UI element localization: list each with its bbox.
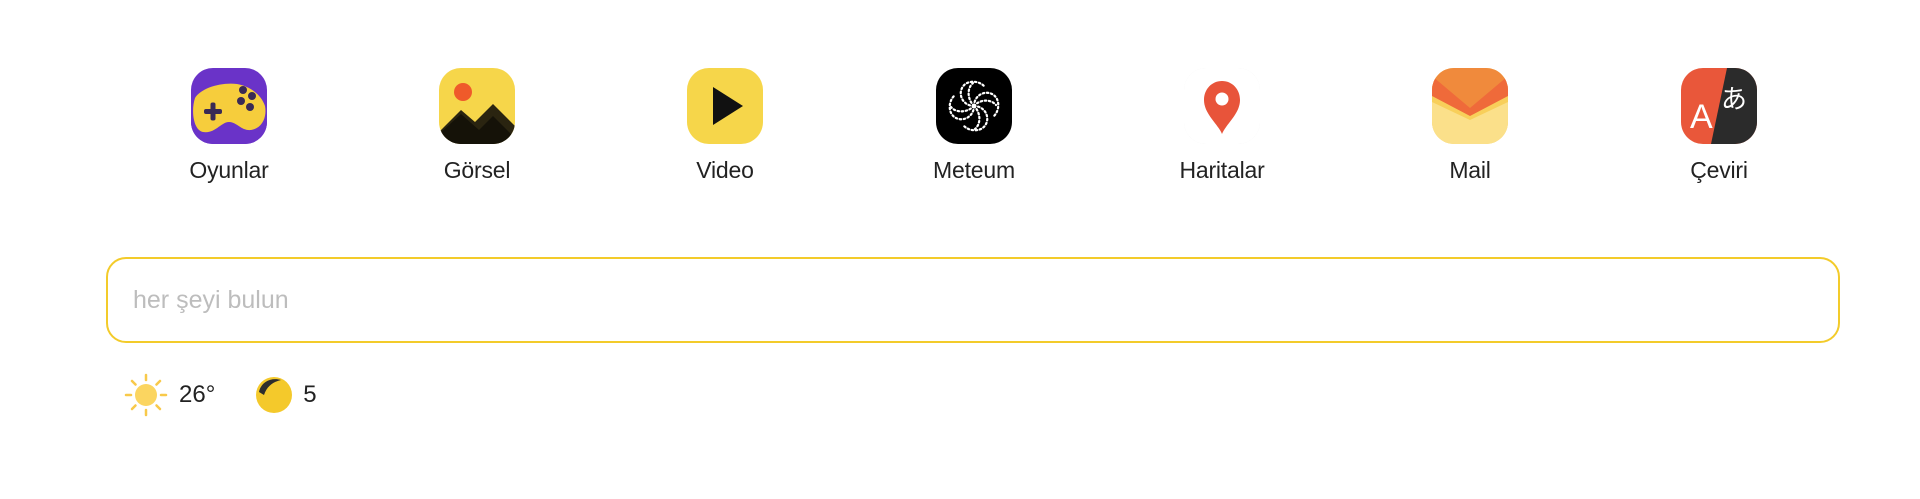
service-meteum[interactable]: Meteum — [894, 68, 1054, 184]
services-bar: Oyunlar Görsel Video Meteum Haritalar Ma… — [0, 68, 1920, 198]
service-video[interactable]: Video — [645, 68, 805, 184]
service-label: Mail — [1449, 157, 1491, 183]
info-widgets: 26° 5 — [124, 373, 317, 417]
service-label: Çeviri — [1690, 157, 1748, 183]
map-pin-icon — [1184, 68, 1260, 144]
video-play-icon — [687, 68, 763, 144]
service-label: Video — [696, 157, 754, 183]
service-label: Meteum — [933, 157, 1015, 183]
service-maps[interactable]: Haritalar — [1142, 68, 1302, 184]
images-icon — [439, 68, 515, 144]
service-label: Görsel — [443, 157, 511, 183]
weather-widget[interactable]: 26° — [124, 373, 215, 417]
translate-icon: A あ — [1681, 68, 1757, 144]
service-label: Oyunlar — [189, 157, 269, 183]
traffic-level-value: 5 — [303, 381, 317, 408]
games-icon — [191, 68, 267, 144]
traffic-widget[interactable]: 5 — [255, 376, 317, 414]
service-mail[interactable]: Mail — [1390, 68, 1550, 184]
mail-envelope-icon — [1432, 68, 1508, 144]
search-input[interactable] — [133, 259, 1813, 341]
service-label: Haritalar — [1179, 157, 1265, 183]
service-translate[interactable]: A あ Çeviri — [1639, 68, 1799, 184]
meteum-swirl-icon — [936, 68, 1012, 144]
temperature-value: 26° — [179, 381, 216, 408]
svg-text:A: A — [1690, 98, 1713, 136]
svg-text:あ: あ — [1721, 85, 1747, 115]
sun-icon — [124, 373, 168, 417]
service-games[interactable]: Oyunlar — [149, 68, 309, 184]
service-images[interactable]: Görsel — [397, 68, 557, 184]
traffic-level-icon — [255, 376, 293, 414]
search-box — [106, 257, 1840, 343]
